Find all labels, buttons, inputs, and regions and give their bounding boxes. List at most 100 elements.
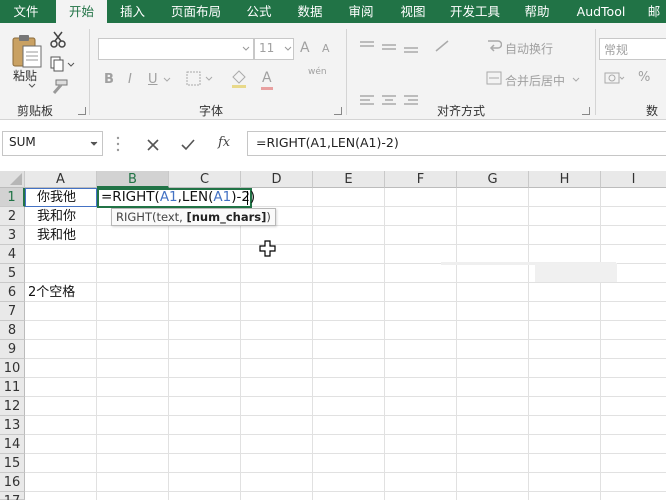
cell-a6[interactable]: 2个空格 xyxy=(28,283,75,302)
column-header-h[interactable]: H xyxy=(529,171,601,188)
tab-data[interactable]: 数据 xyxy=(287,0,333,23)
grow-font-button[interactable]: A xyxy=(300,40,310,56)
select-all-corner[interactable] xyxy=(0,171,25,188)
fill-color-icon[interactable] xyxy=(230,69,256,89)
tab-home[interactable]: 开始 xyxy=(56,0,107,23)
tab-mailings[interactable]: 邮 xyxy=(642,0,666,23)
drag-handle-icon[interactable] xyxy=(115,134,121,154)
tab-help[interactable]: 帮助 xyxy=(514,0,560,23)
copy-icon[interactable] xyxy=(50,56,76,72)
chevron-down-icon xyxy=(242,46,250,51)
shrink-font-button[interactable]: A xyxy=(322,42,330,55)
format-painter-icon[interactable] xyxy=(50,79,68,95)
paste-button[interactable]: 粘贴 xyxy=(13,67,37,84)
alignment-launcher-icon[interactable] xyxy=(582,107,590,115)
tab-formulas[interactable]: 公式 xyxy=(236,0,282,23)
cell-b1-formula[interactable]: =RIGHT(A1,LEN(A1)-2) xyxy=(101,188,255,207)
phonetic-button[interactable]: wén xyxy=(308,67,327,77)
merge-center-button[interactable]: 合并后居中 xyxy=(505,72,565,89)
font-size-value: 11 xyxy=(259,41,275,55)
borders-icon[interactable] xyxy=(186,71,216,87)
tab-audtool[interactable]: AudTool xyxy=(566,0,636,23)
wrap-text-button[interactable]: 自动换行 xyxy=(505,40,553,57)
gridline xyxy=(25,282,666,283)
currency-icon[interactable] xyxy=(604,69,626,89)
cancel-icon[interactable] xyxy=(146,138,160,152)
font-group-label: 字体 xyxy=(199,104,224,118)
formula-part: =RIGHT( xyxy=(101,189,160,205)
column-header-f[interactable]: F xyxy=(385,171,457,188)
cell-a3[interactable]: 我和他 xyxy=(37,226,76,245)
gridline xyxy=(25,244,666,245)
column-header-a[interactable]: A xyxy=(25,171,97,188)
tab-review[interactable]: 审阅 xyxy=(338,0,384,23)
formula-input[interactable]: =RIGHT(A1,LEN(A1)-2) xyxy=(247,131,666,156)
row-header-3[interactable]: 3 xyxy=(0,226,25,245)
row-header-7[interactable]: 7 xyxy=(0,302,25,321)
column-header-e[interactable]: E xyxy=(313,171,385,188)
gridline xyxy=(25,320,666,321)
font-name-select[interactable] xyxy=(98,38,254,60)
ribbon-separator xyxy=(595,29,596,115)
row-header-4[interactable]: 4 xyxy=(0,245,25,264)
row-header-14[interactable]: 14 xyxy=(0,435,25,454)
tab-page-layout[interactable]: 页面布局 xyxy=(160,0,232,23)
row-header-17[interactable]: 17 xyxy=(0,492,25,500)
row-header-6[interactable]: 6 xyxy=(0,283,25,302)
row-header-9[interactable]: 9 xyxy=(0,340,25,359)
enter-icon[interactable] xyxy=(180,138,196,152)
tab-developer[interactable]: 开发工具 xyxy=(443,0,507,23)
italic-button[interactable]: I xyxy=(128,72,132,87)
row-header-12[interactable]: 12 xyxy=(0,397,25,416)
row-header-10[interactable]: 10 xyxy=(0,359,25,378)
formula-bar: SUM fx =RIGHT(A1,LEN(A1)-2) xyxy=(0,120,666,171)
bold-button[interactable]: B xyxy=(104,72,114,87)
paste-icon[interactable] xyxy=(10,33,44,69)
formula-reference: A1 xyxy=(159,189,178,205)
formula-part: ,LEN( xyxy=(177,189,214,205)
number-format-select[interactable]: 常规 xyxy=(599,38,666,60)
tooltip-function: RIGHT(text, xyxy=(116,210,187,224)
merge-center-icon[interactable] xyxy=(486,70,502,86)
chevron-down-icon[interactable] xyxy=(90,141,98,147)
column-header-g[interactable]: G xyxy=(457,171,529,188)
row-header-15[interactable]: 15 xyxy=(0,454,25,473)
row-header-8[interactable]: 8 xyxy=(0,321,25,340)
row-header-2[interactable]: 2 xyxy=(0,207,25,226)
gridline xyxy=(25,491,666,492)
paste-dropdown-icon[interactable] xyxy=(28,83,36,89)
name-box[interactable]: SUM xyxy=(2,131,103,156)
worksheet-grid[interactable]: A B C D E F G H I 1 2 3 4 5 6 7 8 9 10 1… xyxy=(0,171,666,500)
column-header-c[interactable]: C xyxy=(169,171,241,188)
column-header-b[interactable]: B xyxy=(97,171,169,188)
percent-button[interactable]: % xyxy=(638,70,650,85)
function-tooltip: RIGHT(text, [num_chars]) xyxy=(111,208,276,226)
insert-function-button[interactable]: fx xyxy=(218,135,230,150)
row-header-11[interactable]: 11 xyxy=(0,378,25,397)
gridline xyxy=(25,301,666,302)
gridline xyxy=(25,339,666,340)
wrap-text-icon[interactable] xyxy=(486,38,502,54)
tooltip-argument[interactable]: [num_chars] xyxy=(186,210,266,224)
row-header-1[interactable]: 1 xyxy=(0,188,25,207)
cell-a1[interactable]: 你我他 xyxy=(37,188,76,207)
tab-file[interactable]: 文件 xyxy=(0,0,52,23)
tab-view[interactable]: 视图 xyxy=(390,0,436,23)
cell-a2[interactable]: 我和你 xyxy=(37,207,76,226)
cut-icon[interactable] xyxy=(49,31,67,49)
row-header-16[interactable]: 16 xyxy=(0,473,25,492)
font-color-button[interactable]: A xyxy=(262,70,272,86)
gridline xyxy=(25,453,666,454)
vertical-align-icons[interactable] xyxy=(358,39,468,55)
row-header-5[interactable]: 5 xyxy=(0,264,25,283)
clipboard-launcher-icon[interactable] xyxy=(78,107,86,115)
name-box-value: SUM xyxy=(9,135,36,149)
gridline xyxy=(25,472,666,473)
tab-insert[interactable]: 插入 xyxy=(110,0,155,23)
row-header-13[interactable]: 13 xyxy=(0,416,25,435)
column-header-i[interactable]: I xyxy=(601,171,666,188)
font-launcher-icon[interactable] xyxy=(334,107,342,115)
column-header-d[interactable]: D xyxy=(241,171,313,188)
alignment-group-label: 对齐方式 xyxy=(437,104,486,118)
underline-button[interactable]: U xyxy=(148,72,158,87)
